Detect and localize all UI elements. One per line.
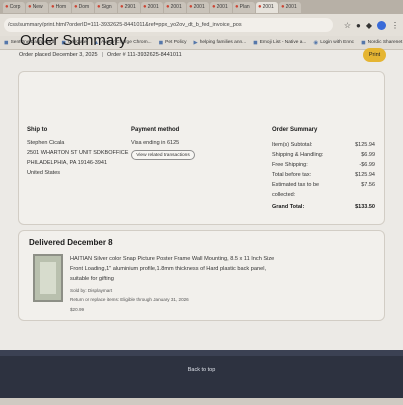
tab-favicon-icon: ● <box>189 4 193 10</box>
bookmark-favicon-icon: ◼ <box>361 39 366 46</box>
item-price: $20.99 <box>70 307 85 312</box>
tab-favicon-icon: ● <box>212 4 216 10</box>
back-to-top-link[interactable]: Back to top <box>0 367 403 373</box>
footer-divider <box>0 350 403 356</box>
bookmark-item[interactable]: ▶ helping families ann... <box>194 40 247 46</box>
browser-tab-strip: ● Corp ● New ● Hom ● Dom ● Sign ● 2901 ● 2001 ●… <box>0 0 403 14</box>
view-transactions-button[interactable]: View related transactions <box>131 150 195 160</box>
order-summary-heading: Order Summary <box>272 127 318 133</box>
tab-favicon-icon: ● <box>235 4 239 10</box>
bookmark-item[interactable]: ◼ Emoji List - Native a... <box>253 40 306 46</box>
profile-avatar[interactable] <box>377 20 386 30</box>
summary-row: Estimated tax to be $7.56 <box>272 182 375 188</box>
menu-icon[interactable]: ⋮ <box>391 21 399 30</box>
payment-card: Visa ending in 6125 <box>131 140 180 146</box>
browser-tab[interactable]: ● 2001 <box>141 1 163 13</box>
product-title-line[interactable]: HAITIAN Silver color Snap Picture Poster… <box>70 256 274 262</box>
summary-row: Item(s) Subtotal: $125.94 <box>272 142 375 148</box>
browser-tab-active[interactable]: ● 2001 <box>256 1 278 13</box>
grand-total-row: Grand Total: $133.50 <box>272 204 375 210</box>
tab-favicon-icon: ● <box>74 4 78 10</box>
browser-tab[interactable]: ● 2001 <box>210 1 232 13</box>
tab-favicon-icon: ● <box>143 4 147 10</box>
order-number: Order # 111-3932625-8441011 <box>107 52 182 58</box>
tab-favicon-icon: ● <box>51 4 55 10</box>
summary-row: Shipping & Handling: $6.99 <box>272 152 375 158</box>
page-footer: Back to top <box>0 350 403 398</box>
summary-row: Total before tax: $125.94 <box>272 172 375 178</box>
tab-favicon-icon: ● <box>166 4 170 10</box>
product-title-line[interactable]: Front Loading,1" aluminium profile,1.8mm… <box>70 266 266 272</box>
browser-tab[interactable]: ● Dom <box>72 1 94 13</box>
url-field[interactable]: /css/summary/print.html?orderID=111-3932… <box>4 18 333 32</box>
star-icon[interactable]: ☆ <box>344 21 351 30</box>
window-bottom-edge <box>0 398 403 405</box>
tab-favicon-icon: ● <box>281 4 285 10</box>
return-eligibility: Return or replace items: Eligible throug… <box>70 297 189 302</box>
ship-to-line: PHILADELPHIA, PA 19146-3941 <box>27 160 108 166</box>
product-title-line[interactable]: suitable for gifting <box>70 276 114 282</box>
order-meta: Order placed December 3, 2025 | Order # 11… <box>19 52 182 58</box>
page-title: Order Summary <box>20 32 127 49</box>
product-thumbnail[interactable] <box>33 254 63 302</box>
order-placed-date: Order placed December 3, 2025 <box>19 52 98 58</box>
browser-tab[interactable]: ● 2001 <box>279 1 301 13</box>
tab-favicon-icon: ● <box>258 4 262 10</box>
browser-tab[interactable]: ● Sign <box>95 1 117 13</box>
bookmark-favicon-icon: ◼ <box>158 39 164 46</box>
ship-to-heading: Ship to <box>27 127 48 133</box>
browser-tab[interactable]: ● 2001 <box>187 1 209 13</box>
order-details-card <box>18 71 385 225</box>
ship-to-line: Stephen Cicala <box>27 140 65 146</box>
browser-tab[interactable]: ● Plan <box>233 1 255 13</box>
browser-tab[interactable]: ● New <box>26 1 48 13</box>
browser-tab[interactable]: ● Hom <box>49 1 71 13</box>
tab-favicon-icon: ● <box>28 4 32 10</box>
bookmark-item[interactable]: ◼ Pet Policy <box>159 40 187 46</box>
sold-by: Sold by: Displaymart <box>70 288 113 293</box>
summary-row: collected: <box>272 192 296 198</box>
bookmark-item[interactable]: ◉ Login with Ennc <box>313 40 354 46</box>
browser-tab[interactable]: ● Corp <box>3 1 25 13</box>
bookmark-item[interactable]: ◼ Nordic Sharenet <box>361 40 402 46</box>
extension-icon[interactable]: ● <box>356 21 361 30</box>
puzzle-icon[interactable]: ◆ <box>366 21 372 30</box>
bookmark-favicon-icon: ◼ <box>4 39 9 46</box>
print-button[interactable]: Print <box>363 48 386 62</box>
tab-favicon-icon: ● <box>97 4 101 10</box>
separator: | <box>101 52 104 58</box>
summary-row: Free Shipping: -$6.99 <box>272 162 375 168</box>
bookmark-favicon-icon: ◼ <box>253 39 258 46</box>
bookmark-favicon-icon: ▶ <box>193 39 198 46</box>
browser-tab[interactable]: ● 2001 <box>164 1 186 13</box>
tab-favicon-icon: ● <box>120 4 124 10</box>
bookmark-favicon-icon: ◉ <box>313 39 319 46</box>
ship-to-line: 2501 WHARTON ST UNIT SDKBOFFICE <box>27 150 129 156</box>
payment-method-heading: Payment method <box>131 127 180 133</box>
ship-to-line: United States <box>27 170 61 176</box>
delivery-heading: Delivered December 8 <box>29 238 113 247</box>
browser-tab[interactable]: ● 2901 <box>118 1 140 13</box>
tab-favicon-icon: ● <box>5 4 9 10</box>
